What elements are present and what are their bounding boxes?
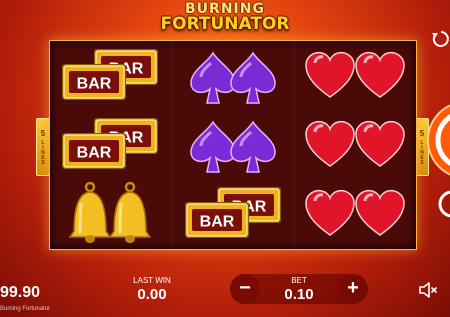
balance-value: 99.90 — [0, 284, 41, 301]
bet-label: BET — [291, 276, 307, 285]
bet-increase-button[interactable]: + — [338, 274, 368, 304]
reel-3 — [294, 41, 415, 249]
bar-symbol: BAR BAR — [50, 110, 170, 179]
game-logo: BURNING FORTUNATOR — [0, 0, 450, 33]
reel-1: BAR BAR BAR BAR — [50, 41, 170, 249]
paylines-word: LINES — [419, 140, 425, 165]
turbo-icon[interactable] — [436, 188, 450, 220]
red-heart-symbol — [295, 179, 415, 248]
paylines-indicator-left: 5 LINES — [36, 118, 50, 176]
speaker-mute-icon[interactable] — [418, 282, 438, 298]
bet-decrease-button[interactable]: − — [230, 274, 260, 304]
logo-line-2: FORTUNATOR — [160, 14, 290, 34]
bar-symbol: BAR BAR — [50, 41, 170, 110]
bet-value: 0.10 — [284, 286, 314, 303]
golden-bell-symbol — [50, 179, 170, 248]
spin-button[interactable] — [426, 100, 450, 180]
purple-spade-symbol — [173, 41, 293, 110]
svg-text:BAR: BAR — [77, 145, 112, 162]
red-heart-symbol — [295, 41, 415, 110]
reel-2: BAR BAR — [172, 41, 293, 249]
paylines-word: LINES — [40, 140, 46, 165]
paylines-count: 5 — [419, 129, 425, 138]
reel-grid: BAR BAR BAR BAR — [49, 40, 417, 250]
bar-symbol: BAR BAR — [173, 179, 293, 248]
red-heart-symbol — [295, 110, 415, 179]
last-win-label: LAST WIN — [133, 276, 171, 285]
svg-text:BAR: BAR — [77, 76, 112, 93]
purple-spade-symbol — [173, 110, 293, 179]
autoplay-icon[interactable] — [432, 30, 450, 48]
game-name-footer: Burning Fortunator — [0, 306, 51, 312]
paylines-count: 5 — [40, 129, 46, 138]
last-win-value: 0.00 — [137, 286, 167, 303]
svg-text:BAR: BAR — [200, 214, 235, 231]
